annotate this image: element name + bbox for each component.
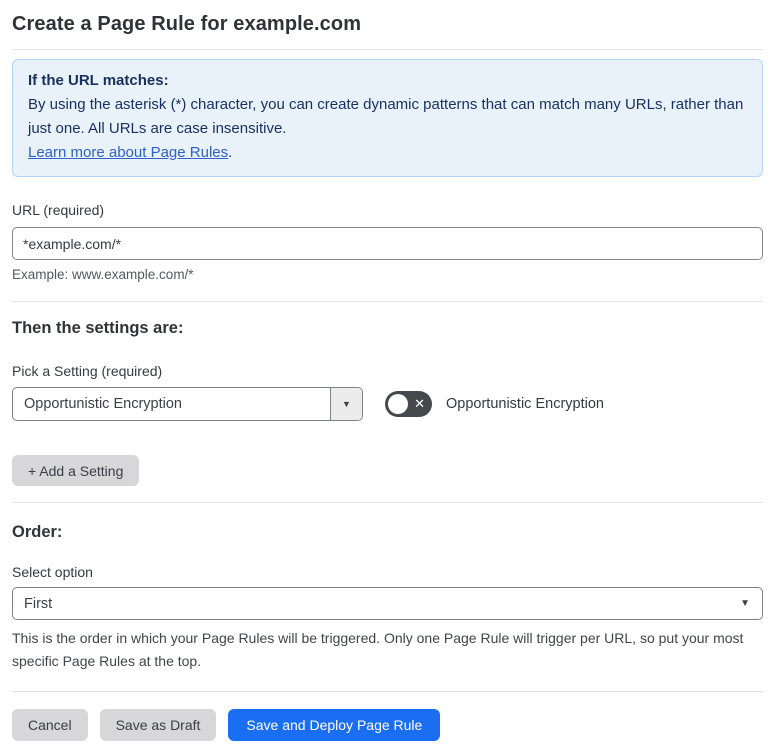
page-title: Create a Page Rule for example.com	[12, 13, 362, 35]
title-divider	[12, 49, 763, 50]
toggle-knob	[388, 394, 408, 414]
pick-setting-label: Pick a Setting (required)	[12, 363, 163, 379]
x-icon: ✕	[414, 396, 425, 412]
setting-row: Opportunistic Encryption ▼ ✕ Opportunist…	[12, 387, 763, 421]
link-period: .	[228, 144, 233, 161]
save-and-deploy-button[interactable]: Save and Deploy Page Rule	[228, 709, 441, 741]
cancel-button[interactable]: Cancel	[12, 709, 88, 741]
chevron-down-icon: ▼	[740, 598, 750, 609]
url-field-label: URL (required)	[12, 202, 105, 218]
setting-select-arrow-button[interactable]: ▼	[330, 388, 362, 420]
order-select-value: First	[24, 595, 53, 612]
save-as-draft-button[interactable]: Save as Draft	[99, 709, 217, 741]
info-box-body: By using the asterisk (*) character, you…	[28, 93, 747, 141]
url-input[interactable]	[12, 227, 763, 260]
learn-more-link[interactable]: Learn more about Page Rules	[28, 144, 228, 161]
section-divider	[12, 502, 763, 503]
info-box-body-text: By using the asterisk (*) character, you…	[28, 96, 744, 137]
order-select[interactable]: First ▼	[12, 587, 763, 620]
opportunistic-encryption-toggle[interactable]: ✕	[385, 391, 432, 417]
url-match-info-box: If the URL matches: By using the asteris…	[12, 59, 763, 177]
footer-divider	[12, 691, 763, 692]
footer-actions: Cancel Save as Draft Save and Deploy Pag…	[12, 709, 763, 741]
add-setting-button[interactable]: + Add a Setting	[12, 455, 140, 486]
settings-section-heading: Then the settings are:	[12, 319, 184, 337]
setting-toggle-group: ✕ Opportunistic Encryption	[385, 391, 604, 417]
create-page-rule-form: Create a Page Rule for example.com If th…	[0, 0, 775, 755]
info-box-link-line: Learn more about Page Rules.	[28, 141, 747, 165]
url-example-hint: Example: www.example.com/*	[12, 267, 194, 282]
toggle-label: Opportunistic Encryption	[446, 396, 604, 412]
order-select-label: Select option	[12, 564, 93, 580]
order-section-heading: Order:	[12, 523, 63, 541]
chevron-down-icon: ▼	[342, 399, 351, 409]
info-box-heading: If the URL matches:	[28, 72, 169, 89]
setting-select[interactable]: Opportunistic Encryption ▼	[12, 387, 363, 421]
setting-select-value: Opportunistic Encryption	[24, 396, 182, 412]
section-divider	[12, 301, 763, 302]
order-help-text: This is the order in which your Page Rul…	[12, 630, 744, 669]
